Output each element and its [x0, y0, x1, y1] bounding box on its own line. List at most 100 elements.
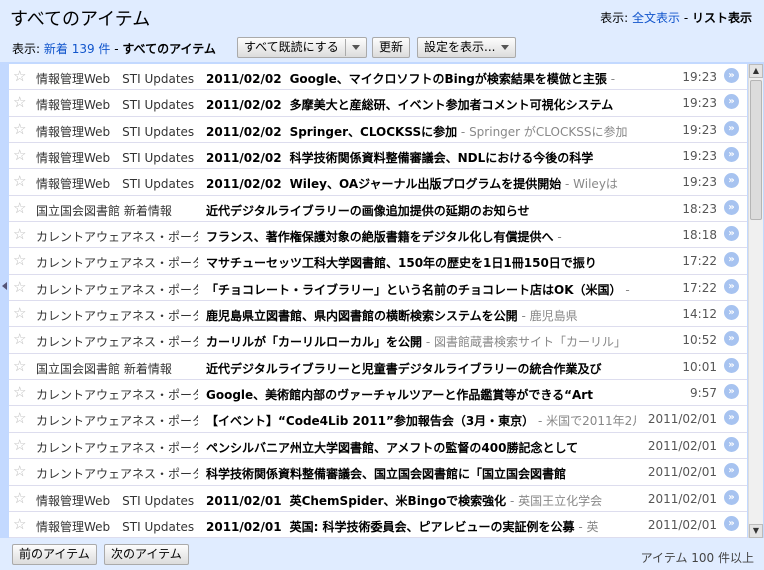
list-item[interactable]: ☆ カレントアウェアネス・ポータルペンシルバニア州立大学図書館、アメフトの監督の4…: [9, 433, 747, 460]
star-icon[interactable]: ☆: [13, 199, 26, 217]
list-item[interactable]: ☆ カレントアウェアネス・ポータル科学技術関係資料整備審議会、国立国会図書館に「国…: [9, 459, 747, 486]
star-icon[interactable]: ☆: [13, 252, 26, 269]
star-icon[interactable]: ☆: [13, 120, 26, 138]
item-source: 情報管理Web STI Updates: [36, 493, 195, 508]
item-body: フランス、著作権保護対象の絶版書籍をデジタル化し有償提供へ -: [206, 228, 636, 245]
open-item-icon[interactable]: »: [724, 463, 739, 479]
open-item-icon[interactable]: »: [724, 357, 739, 373]
list-item[interactable]: ☆ 情報管理Web STI Updates 2011/02/02 多摩美大と産総研、イ…: [9, 90, 747, 117]
item-date: 2011/02/02: [206, 72, 282, 86]
list-item[interactable]: ☆ カレントアウェアネス・ポータル【イベント】“Code4Lib 2011”参加報…: [9, 406, 747, 433]
open-item-icon[interactable]: »: [724, 147, 739, 163]
item-title: Springer、CLOCKSSに参加: [289, 124, 458, 139]
mark-all-read-button[interactable]: すべて既読にする: [237, 37, 367, 58]
star-icon[interactable]: ☆: [13, 94, 26, 111]
item-body: 2011/02/02 科学技術関係資料整備審議会、NDLにおける今後の科学: [206, 149, 636, 166]
star-icon[interactable]: ☆: [13, 357, 26, 375]
star-icon[interactable]: ☆: [13, 305, 26, 322]
list-item[interactable]: ☆ カレントアウェアネス・ポータル鹿児島県立図書館、県内図書館の横断検索システムを…: [9, 301, 747, 328]
list-item[interactable]: ☆ カレントアウェアネス・ポータルカーリルが「カーリルローカル」を公開 - 図書館…: [9, 327, 747, 354]
item-title: 鹿児島県立図書館、県内図書館の横断検索システムを公開: [206, 309, 518, 324]
view-mode-separator: -: [680, 11, 692, 25]
open-item-icon[interactable]: »: [724, 199, 739, 215]
star-icon[interactable]: ☆: [13, 331, 26, 348]
open-item-icon[interactable]: »: [724, 489, 739, 505]
list-item[interactable]: ☆ カレントアウェアネス・ポータル Google、美術館内部のヴァーチャルツアーと作…: [9, 380, 747, 407]
item-title: 英ChemSpider、米Bingoで検索強化: [289, 493, 507, 508]
list-item[interactable]: ☆ カレントアウェアネス・ポータルマサチューセッツ工科大学図書館、150年の歴史を…: [9, 248, 747, 275]
item-snippet: - 英: [574, 519, 599, 534]
item-body: 2011/02/02 Wiley、OAジャーナル出版プログラムを提供開始 - Wi…: [206, 175, 636, 192]
item-count: アイテム 100 件以上: [640, 551, 754, 565]
collapse-arrow-icon[interactable]: [2, 282, 7, 290]
item-title: 科学技術関係資料整備審議会、国立国会図書館に「国立国会図書館: [206, 467, 567, 482]
open-item-icon[interactable]: »: [724, 68, 739, 83]
star-icon[interactable]: ☆: [13, 226, 26, 243]
item-snippet: - Springer がCLOCKSSに参加: [457, 124, 628, 139]
item-body: 【イベント】“Code4Lib 2011”参加報告会（3月・東京） - 米国で2…: [206, 412, 636, 429]
open-item-icon[interactable]: »: [724, 278, 739, 294]
star-icon[interactable]: ☆: [13, 515, 26, 533]
star-icon[interactable]: ☆: [13, 173, 26, 190]
open-item-icon[interactable]: »: [724, 226, 739, 242]
list-item[interactable]: ☆ 情報管理Web STI Updates 2011/02/01 英国: 科学技術委員…: [9, 512, 747, 538]
list-view-link[interactable]: リスト表示: [692, 11, 752, 25]
item-time: 19:23: [682, 175, 717, 190]
open-item-icon[interactable]: »: [724, 252, 739, 268]
item-time: 9:57: [690, 386, 717, 401]
item-source: 国立国会図書館 新着情報: [36, 361, 172, 376]
star-icon[interactable]: ☆: [13, 489, 26, 507]
list-item[interactable]: ☆ 情報管理Web STI Updates 2011/02/01 英ChemSpide…: [9, 486, 747, 512]
item-body: 2011/02/02 多摩美大と産総研、イベント参加者コメント可視化システム: [206, 96, 636, 113]
item-title: 近代デジタルライブラリーの画像追加提供の延期のお知らせ: [206, 203, 530, 218]
star-icon[interactable]: ☆: [13, 463, 26, 480]
list-item[interactable]: ☆ 情報管理Web STI Updates 2011/02/02 科学技術関係資料整備…: [9, 143, 747, 170]
star-icon[interactable]: ☆: [13, 410, 26, 427]
list-item[interactable]: ☆ 国立国会図書館 新着情報 近代デジタルライブラリーの画像追加提供の延期のお知らせ…: [9, 196, 747, 223]
full-view-link[interactable]: 全文表示: [632, 11, 680, 25]
item-body: 2011/02/01 英ChemSpider、米Bingoで検索強化 - 英国王立…: [206, 492, 636, 509]
open-item-icon[interactable]: »: [724, 94, 739, 110]
item-body: 科学技術関係資料整備審議会、国立国会図書館に「国立国会図書館: [206, 465, 636, 482]
list-item[interactable]: ☆ カレントアウェアネス・ポータルフランス、著作権保護対象の絶版書籍をデジタル化し…: [9, 222, 747, 249]
list-item[interactable]: ☆ 情報管理Web STI Updates 2011/02/02 Springer、C…: [9, 117, 747, 144]
item-title: 【イベント】“Code4Lib 2011”参加報告会（3月・東京）: [206, 414, 535, 429]
item-date: 2011/02/02: [206, 98, 282, 113]
star-icon[interactable]: ☆: [13, 147, 26, 164]
open-item-icon[interactable]: »: [724, 173, 739, 189]
open-item-icon[interactable]: »: [724, 305, 739, 321]
item-date: 2011/02/02: [206, 177, 282, 192]
star-icon[interactable]: ☆: [13, 436, 26, 454]
item-source: カレントアウェアネス・ポータル: [36, 256, 198, 271]
item-source: カレントアウェアネス・ポータル: [36, 414, 198, 429]
open-item-icon[interactable]: »: [724, 384, 739, 400]
open-item-icon[interactable]: »: [724, 331, 739, 347]
item-title: 近代デジタルライブラリーと児童書デジタルライブラリーの統合作業及び: [206, 361, 602, 376]
item-time: 2011/02/01: [647, 412, 717, 427]
star-icon[interactable]: ☆: [13, 384, 26, 401]
scroll-down-icon[interactable]: ▼: [749, 524, 763, 538]
new-items-link[interactable]: 新着 139 件: [44, 42, 111, 56]
scroll-up-icon[interactable]: ▲: [749, 64, 763, 78]
open-item-icon[interactable]: »: [724, 515, 739, 531]
scrollbar[interactable]: ▲ ▼: [748, 64, 763, 538]
item-snippet: - 図書館蔵書検索サイト「カーリル」: [422, 335, 626, 350]
refresh-button[interactable]: 更新: [372, 37, 411, 58]
open-item-icon[interactable]: »: [724, 410, 739, 426]
item-body: 近代デジタルライブラリーの画像追加提供の延期のお知らせ: [206, 202, 636, 219]
list-item[interactable]: ☆ カレントアウェアネス・ポータル「チョコレート・ライブラリー」という名前のチョコ…: [9, 275, 747, 302]
prev-item-button[interactable]: 前のアイテム: [12, 544, 97, 565]
list-item[interactable]: ☆ 情報管理Web STI Updates 2011/02/02 Wiley、OAジャ…: [9, 169, 747, 196]
item-time: 17:22: [682, 280, 717, 295]
open-item-icon[interactable]: »: [724, 436, 739, 452]
next-item-button[interactable]: 次のアイテム: [104, 544, 189, 565]
scroll-thumb[interactable]: [750, 80, 762, 220]
item-snippet: - 米国で2011年2月: [534, 414, 636, 429]
star-icon[interactable]: ☆: [13, 68, 26, 85]
star-icon[interactable]: ☆: [13, 278, 26, 296]
list-item[interactable]: ☆ 国立国会図書館 新着情報 近代デジタルライブラリーと児童書デジタルライブラリーの…: [9, 354, 747, 381]
open-item-icon[interactable]: »: [724, 120, 739, 136]
list-item[interactable]: ☆ 情報管理Web STI Updates 2011/02/02 Google、マイク…: [9, 64, 747, 91]
settings-button[interactable]: 設定を表示...: [417, 37, 517, 58]
item-time: 2011/02/01: [647, 465, 717, 480]
